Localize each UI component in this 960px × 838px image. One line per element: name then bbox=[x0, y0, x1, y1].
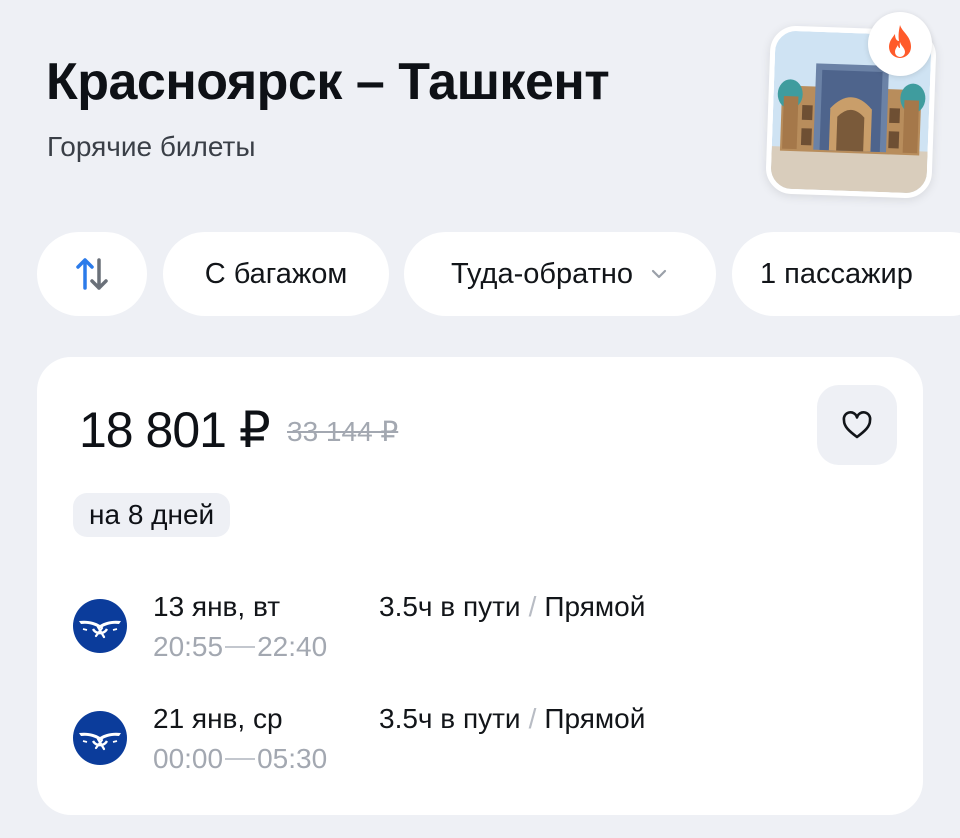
chevron-down-icon bbox=[651, 269, 667, 279]
arrival-time: 05:30 bbox=[257, 743, 328, 774]
leg-info: 3.5ч в пути / Прямой bbox=[379, 591, 645, 623]
heart-outline-icon bbox=[842, 411, 872, 439]
time-range-dash bbox=[225, 646, 256, 648]
info-separator: / bbox=[528, 703, 537, 734]
favorite-button[interactable] bbox=[817, 385, 897, 465]
time-range-dash bbox=[225, 758, 256, 760]
travel-time: 3.5ч в пути bbox=[379, 591, 521, 622]
aeroflot-logo-icon bbox=[73, 599, 127, 653]
baggage-filter-chip[interactable]: С багажом bbox=[163, 232, 389, 316]
swap-arrows-icon bbox=[76, 258, 108, 290]
ticket-offer-card[interactable]: 18 801 ₽ 33 144 ₽ на 8 дней 13 янв, вт 2… bbox=[37, 357, 923, 815]
page-subtitle: Горячие билеты bbox=[47, 131, 256, 162]
leg-date: 21 янв, ср bbox=[153, 703, 283, 734]
trip-type-dropdown[interactable]: Туда-обратно bbox=[404, 232, 716, 316]
passengers-label: 1 пассажир bbox=[760, 257, 913, 290]
stops-label: Прямой bbox=[544, 591, 646, 622]
baggage-filter-label: С багажом bbox=[204, 257, 348, 290]
flight-leg-return: 21 янв, ср 00:00 05:30 3.5ч в пути / Прямо… bbox=[37, 703, 923, 783]
hot-tickets-page: Красноярск – Ташкент Горячие билеты С ба… bbox=[0, 0, 960, 838]
stops-label: Прямой bbox=[544, 703, 646, 734]
leg-date: 13 янв, вт bbox=[153, 591, 281, 622]
offer-old-price: 33 144 ₽ bbox=[287, 416, 399, 447]
departure-time: 20:55 bbox=[153, 631, 224, 662]
trip-duration-badge: на 8 дней bbox=[73, 493, 231, 537]
hot-badge bbox=[868, 12, 932, 76]
leg-times: 00:00 05:30 bbox=[153, 743, 327, 775]
departure-time: 00:00 bbox=[153, 743, 224, 774]
leg-times: 20:55 22:40 bbox=[153, 631, 327, 663]
arrival-time: 22:40 bbox=[257, 631, 328, 662]
trip-type-label: Туда-обратно bbox=[450, 257, 634, 290]
aeroflot-logo-icon bbox=[73, 711, 127, 765]
swap-direction-button[interactable] bbox=[37, 232, 147, 316]
leg-info: 3.5ч в пути / Прямой bbox=[379, 703, 645, 735]
filter-chips: С багажом Туда-обратно 1 пассажир bbox=[0, 232, 960, 318]
flight-leg-outbound: 13 янв, вт 20:55 22:40 3.5ч в пути / Прямо… bbox=[37, 591, 923, 671]
fire-icon bbox=[889, 25, 911, 58]
offer-price: 18 801 ₽ bbox=[79, 402, 271, 458]
info-separator: / bbox=[528, 591, 537, 622]
page-title: Красноярск – Ташкент bbox=[46, 53, 610, 111]
passengers-chip[interactable]: 1 пассажир bbox=[732, 232, 960, 316]
travel-time: 3.5ч в пути bbox=[379, 703, 521, 734]
